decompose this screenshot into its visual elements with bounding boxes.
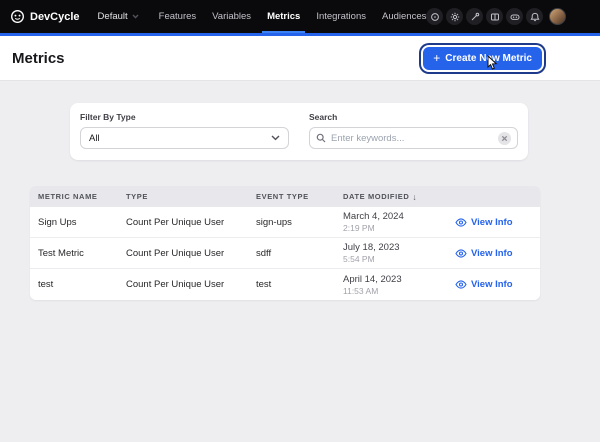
page-header: Metrics + Create New Metric xyxy=(0,36,600,81)
metric-name-cell: test xyxy=(30,279,118,290)
view-info-link[interactable]: View Info xyxy=(447,279,540,290)
page-title: Metrics xyxy=(12,50,65,67)
event-type-cell: sign-ups xyxy=(248,217,335,228)
date-modified-label: Date Modified xyxy=(343,192,409,201)
column-header-metric-name[interactable]: Metric Name xyxy=(30,192,118,201)
type-filter-select[interactable]: All xyxy=(80,127,289,149)
gear-icon[interactable] xyxy=(446,8,463,25)
chevron-down-icon xyxy=(132,11,139,22)
table-row[interactable]: test Count Per Unique User test April 14… xyxy=(30,269,540,300)
view-info-label: View Info xyxy=(471,279,513,290)
eye-icon xyxy=(455,249,467,258)
primary-nav: Features Variables Metrics Integrations … xyxy=(159,0,427,33)
time-text: 2:19 PM xyxy=(343,223,447,233)
clear-search-icon[interactable] xyxy=(498,132,511,145)
search-icon xyxy=(316,133,326,143)
filter-card: Filter By Type All Search xyxy=(70,103,528,160)
eye-icon xyxy=(455,280,467,289)
search-input[interactable] xyxy=(331,133,493,144)
sort-descending-icon: ↓ xyxy=(412,192,416,202)
date-text: March 4, 2024 xyxy=(343,211,447,222)
column-header-event-type[interactable]: Event Type xyxy=(248,192,335,201)
metric-name-cell: Sign Ups xyxy=(30,217,118,228)
event-type-cell: test xyxy=(248,279,335,290)
date-text: July 18, 2023 xyxy=(343,242,447,253)
metrics-table: Metric Name Type Event Type Date Modifie… xyxy=(30,186,540,300)
time-text: 11:53 AM xyxy=(343,286,447,296)
date-text: April 14, 2023 xyxy=(343,274,447,285)
devcycle-logo-icon xyxy=(10,9,25,24)
docs-icon[interactable] xyxy=(486,8,503,25)
type-cell: Count Per Unique User xyxy=(118,217,248,228)
discord-icon[interactable] xyxy=(506,8,523,25)
main-content: Filter By Type All Search xyxy=(0,81,600,300)
time-text: 5:54 PM xyxy=(343,254,447,264)
top-nav-bar: DevCycle Default Features Variables Metr… xyxy=(0,0,600,33)
nav-item-variables[interactable]: Variables xyxy=(212,0,251,33)
nav-item-integrations[interactable]: Integrations xyxy=(316,0,366,33)
actions-cell: View Info xyxy=(447,279,540,290)
nav-item-audiences[interactable]: Audiences xyxy=(382,0,426,33)
target-icon[interactable] xyxy=(426,8,443,25)
date-modified-cell: July 18, 2023 5:54 PM xyxy=(335,242,447,264)
bell-icon[interactable] xyxy=(526,8,543,25)
view-info-link[interactable]: View Info xyxy=(447,217,540,228)
filter-by-type-label: Filter By Type xyxy=(80,112,289,122)
create-new-metric-button[interactable]: + Create New Metric xyxy=(423,47,542,70)
view-info-label: View Info xyxy=(471,217,513,228)
create-button-label: Create New Metric xyxy=(445,53,532,64)
actions-cell: View Info xyxy=(447,217,540,228)
search-group: Search xyxy=(309,112,518,149)
type-cell: Count Per Unique User xyxy=(118,279,248,290)
nav-item-metrics[interactable]: Metrics xyxy=(267,0,300,33)
table-row[interactable]: Test Metric Count Per Unique User sdff J… xyxy=(30,238,540,269)
topnav-icon-group xyxy=(426,8,566,25)
search-label: Search xyxy=(309,112,518,122)
actions-cell: View Info xyxy=(447,248,540,259)
user-avatar[interactable] xyxy=(549,8,566,25)
table-header-row: Metric Name Type Event Type Date Modifie… xyxy=(30,186,540,207)
view-info-link[interactable]: View Info xyxy=(447,248,540,259)
wrench-icon[interactable] xyxy=(466,8,483,25)
chevron-down-icon xyxy=(271,133,280,144)
plus-icon: + xyxy=(433,53,440,63)
eye-icon xyxy=(455,218,467,227)
event-type-cell: sdff xyxy=(248,248,335,259)
column-header-type[interactable]: Type xyxy=(118,192,248,201)
devcycle-brand[interactable]: DevCycle xyxy=(10,9,80,24)
view-info-label: View Info xyxy=(471,248,513,259)
nav-item-features[interactable]: Features xyxy=(159,0,197,33)
column-header-date-modified[interactable]: Date Modified ↓ xyxy=(335,192,447,202)
date-modified-cell: April 14, 2023 11:53 AM xyxy=(335,274,447,296)
table-row[interactable]: Sign Ups Count Per Unique User sign-ups … xyxy=(30,207,540,238)
brand-label: DevCycle xyxy=(30,11,80,23)
project-label: Default xyxy=(98,11,128,22)
type-filter-value: All xyxy=(89,133,100,144)
date-modified-cell: March 4, 2024 2:19 PM xyxy=(335,211,447,233)
project-dropdown[interactable]: Default xyxy=(98,11,139,22)
type-cell: Count Per Unique User xyxy=(118,248,248,259)
search-box xyxy=(309,127,518,149)
metric-name-cell: Test Metric xyxy=(30,248,118,259)
filter-by-type-group: Filter By Type All xyxy=(80,112,289,149)
